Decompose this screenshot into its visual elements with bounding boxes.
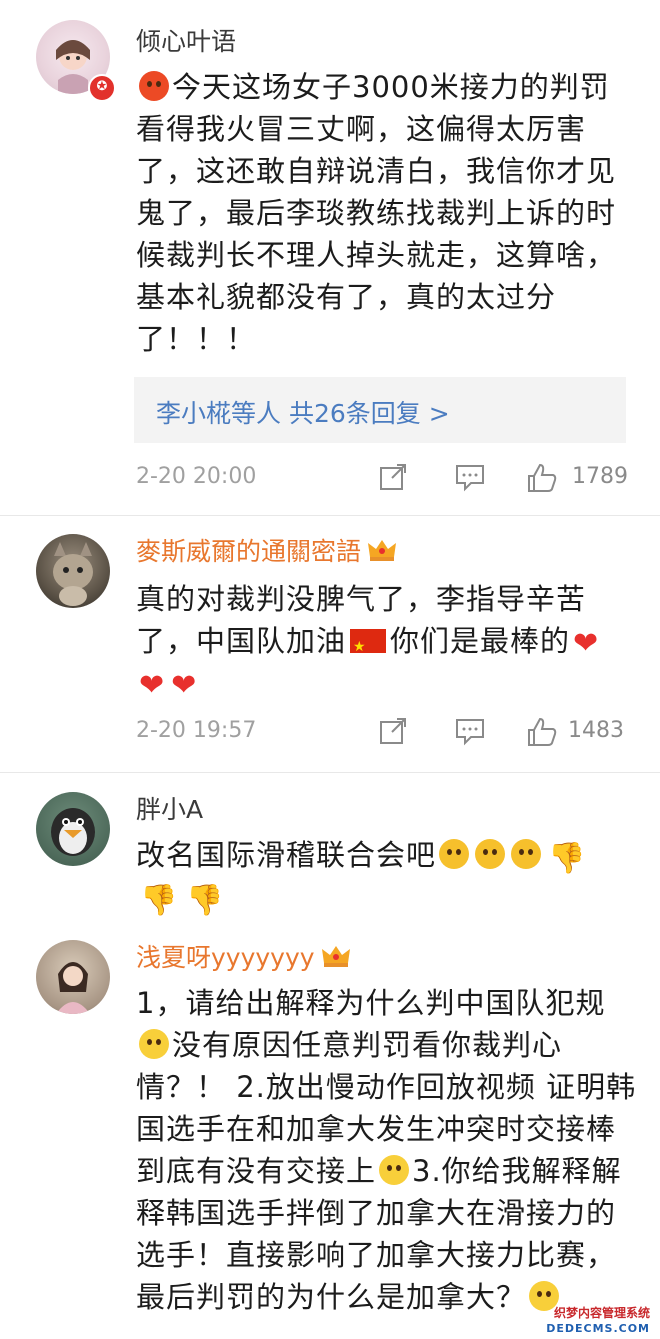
comment-icon[interactable] (454, 716, 486, 746)
huff-emoji-icon (475, 839, 506, 869)
reply-summary[interactable]: 李小椛等人 共26条回复 > (134, 377, 626, 443)
crown-icon (367, 538, 397, 570)
comment-text: 1，请给出解释为什么判中国队犯规 没有原因任意判罚看你裁判心 情？！ 2.放出慢… (136, 986, 637, 1314)
share-icon[interactable] (378, 716, 408, 746)
username[interactable]: 浅夏呀yyyyyyy (136, 942, 351, 976)
like-count: 1483 (568, 718, 624, 743)
avatar[interactable] (36, 792, 110, 866)
thumbs-up-icon[interactable] (526, 462, 558, 494)
huff-emoji-icon (439, 839, 470, 869)
huff-emoji-icon (511, 839, 542, 869)
comment-icon[interactable] (454, 462, 486, 492)
like-count: 1789 (572, 464, 628, 489)
watermark-title: 织梦内容管理系统 (553, 1306, 650, 1320)
crown-icon (321, 944, 351, 976)
comment-meta: 2-20 19:57 1483 (136, 712, 626, 752)
thumbs-down-icon: 👎 (140, 883, 179, 918)
heart-icon: ❤ (139, 668, 166, 703)
username[interactable]: 麥斯威爾的通關密語 (136, 536, 397, 570)
thumbs-up-icon[interactable] (526, 716, 558, 748)
reply-summary-text[interactable]: 李小椛等人 共26条回复 > (156, 394, 450, 430)
angry-emoji-icon (139, 71, 169, 101)
thumbs-down-icon: 👎 (548, 841, 587, 876)
share-icon[interactable] (378, 462, 408, 492)
site-watermark: 织梦内容管理系统 DEDECMS.COM (546, 1305, 650, 1337)
comment-text: 改名国际滑稽联合会吧 👎 👎 👎 (136, 838, 587, 918)
smile-emoji-icon (379, 1155, 410, 1185)
heart-icon: ❤ (573, 626, 600, 661)
divider (0, 772, 660, 773)
comment-text: 今天这场女子3000米接力的判罚 看得我火冒三丈啊，这偏得太厉害 了，这还敢自辩… (136, 70, 617, 356)
china-flag-icon (350, 626, 387, 668)
comment-meta: 2-20 20:00 1789 (136, 458, 628, 498)
avatar[interactable] (36, 940, 110, 1014)
comment-text: 真的对裁判没脾气了，李指导辛苦 了，中国队加油你们是最棒的❤ ❤❤ (136, 578, 626, 704)
smile-emoji-icon (139, 1029, 169, 1059)
heart-icon: ❤ (171, 668, 198, 703)
divider (0, 515, 660, 516)
timestamp: 2-20 20:00 (136, 464, 257, 489)
watermark-domain: DEDECMS.COM (546, 1322, 650, 1335)
verified-badge: ✪ (88, 74, 116, 102)
thumbs-down-icon: 👎 (186, 883, 225, 918)
username[interactable]: 倾心叶语 (136, 26, 236, 58)
username[interactable]: 胖小A (136, 794, 203, 826)
avatar[interactable] (36, 534, 110, 608)
timestamp: 2-20 19:57 (136, 718, 257, 743)
